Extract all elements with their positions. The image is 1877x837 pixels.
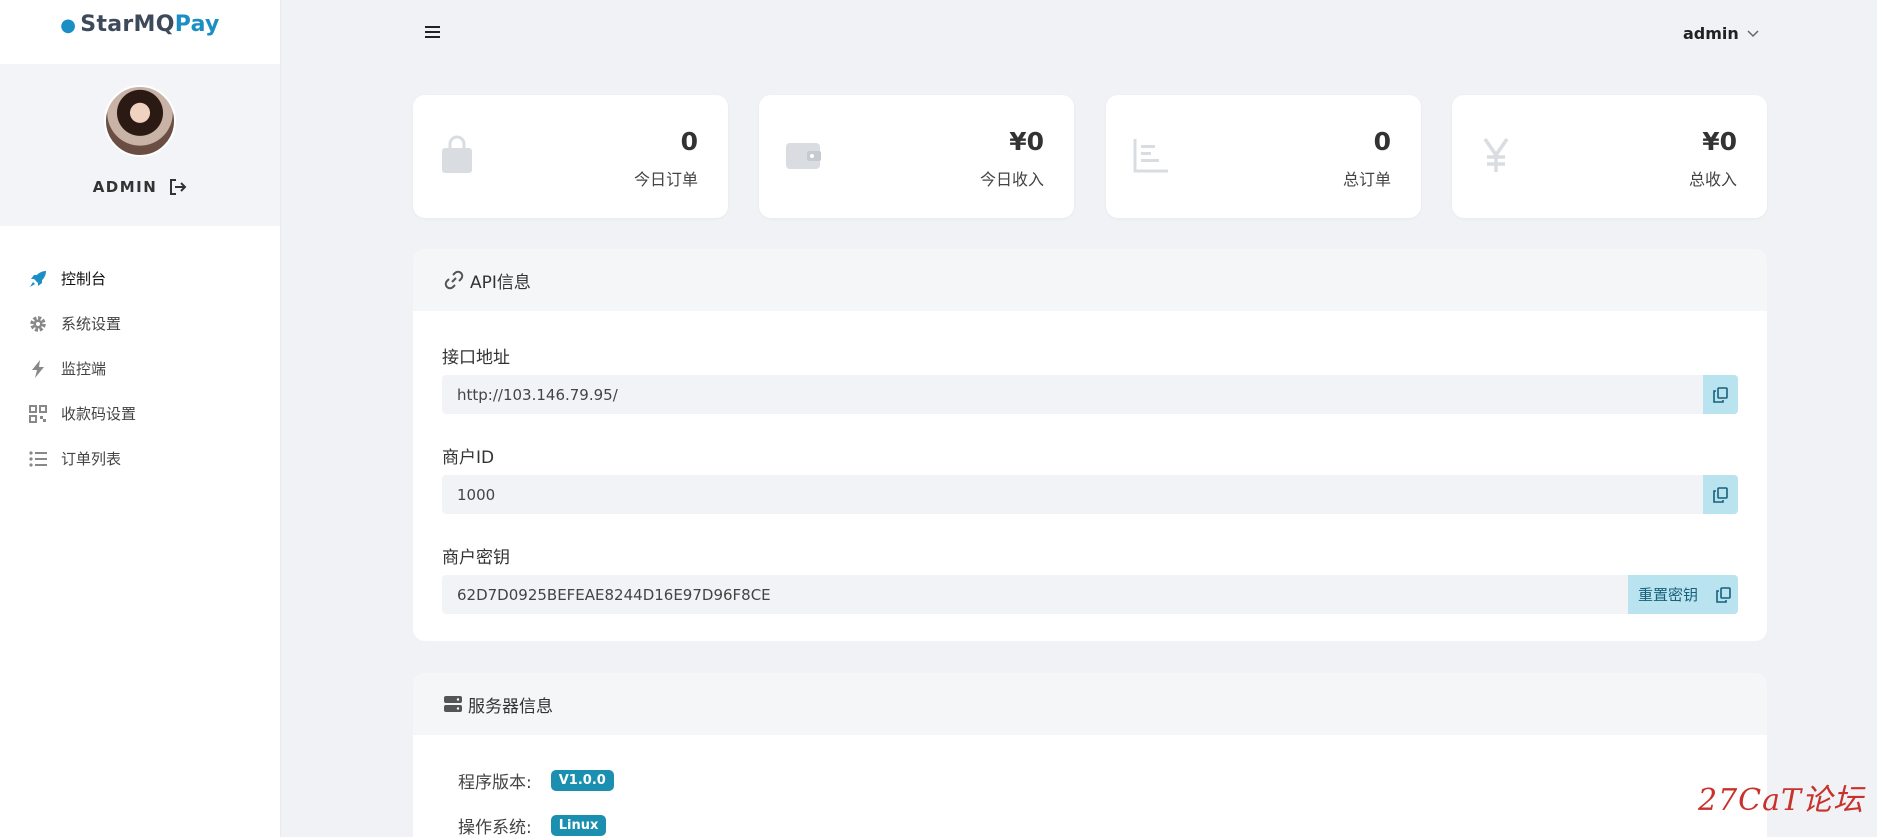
stat-value: 0 <box>1373 127 1391 156</box>
qrcode-icon <box>29 404 47 423</box>
merchant-id-field: 1000 <box>442 475 1738 514</box>
sidebar-item-dashboard[interactable]: 控制台 <box>0 256 280 301</box>
sidebar: ● StarMQ Pay ADMIN 控制台 系统设置 监控端 收款码设置 订单… <box>0 0 281 837</box>
version-badge: V1.0.0 <box>550 770 614 791</box>
sidebar-item-qrcode[interactable]: 收款码设置 <box>0 391 280 436</box>
server-icon <box>444 696 462 712</box>
chevron-down-icon <box>1747 29 1759 37</box>
endpoint-value[interactable]: http://103.146.79.95/ <box>442 386 1703 404</box>
profile-panel: ADMIN <box>0 64 280 226</box>
copy-endpoint-button[interactable] <box>1703 375 1738 414</box>
merchant-id-label: 商户ID <box>442 448 495 468</box>
flame-icon: ● <box>60 15 77 36</box>
version-row: 程序版本: V1.0.0 <box>458 768 614 793</box>
os-row: 操作系统: Linux <box>458 813 607 837</box>
sidebar-nav: 控制台 系统设置 监控端 收款码设置 订单列表 <box>0 256 280 481</box>
os-label: 操作系统: <box>458 818 532 837</box>
sidebar-item-orders[interactable]: 订单列表 <box>0 436 280 481</box>
avatar <box>104 85 176 157</box>
brand-logo[interactable]: ● StarMQ Pay <box>0 0 280 64</box>
watermark: 27CaT论坛 <box>1698 783 1865 818</box>
bolt-icon <box>32 359 44 378</box>
user-menu-name: admin <box>1683 24 1739 43</box>
stat-label: 总收入 <box>1688 170 1737 189</box>
endpoint-field: http://103.146.79.95/ <box>442 375 1738 414</box>
merchant-key-label: 商户密钥 <box>442 548 510 568</box>
server-info-panel: 服务器信息 程序版本: V1.0.0 操作系统: Linux <box>413 673 1767 837</box>
stat-card-today-orders: 0 今日订单 <box>413 95 728 218</box>
copy-merchant-key-button[interactable] <box>1708 575 1738 614</box>
stat-card-total-income: ¥0 总收入 <box>1452 95 1767 218</box>
brand-name-part2: Pay <box>174 12 220 37</box>
copy-merchant-id-button[interactable] <box>1703 475 1738 514</box>
topbar: admin <box>281 0 1877 72</box>
copy-icon <box>1715 586 1731 603</box>
rocket-icon <box>30 270 46 287</box>
bar-chart-icon <box>1133 139 1168 173</box>
link-icon <box>444 270 464 290</box>
sidebar-item-label: 订单列表 <box>61 450 122 468</box>
endpoint-label: 接口地址 <box>442 348 510 368</box>
stat-value: ¥0 <box>1009 127 1044 156</box>
version-label: 程序版本: <box>458 773 532 793</box>
stat-label: 今日订单 <box>633 170 698 189</box>
server-info-header: 服务器信息 <box>413 673 1767 735</box>
sidebar-item-settings[interactable]: 系统设置 <box>0 301 280 346</box>
merchant-key-value[interactable]: 62D7D0925BEFEAE8244D16E97D96F8CE <box>442 586 1628 604</box>
list-icon <box>29 450 47 467</box>
menu-toggle-icon[interactable] <box>425 26 440 40</box>
os-badge: Linux <box>550 815 607 836</box>
sidebar-item-label: 收款码设置 <box>61 405 137 423</box>
wallet-icon <box>786 143 821 169</box>
stat-value: ¥0 <box>1702 127 1737 156</box>
reset-key-button[interactable]: 重置密钥 <box>1627 575 1708 614</box>
shopping-bag-icon <box>442 135 472 173</box>
stat-card-total-orders: 0 总订单 <box>1106 95 1421 218</box>
api-info-title: API信息 <box>470 272 531 293</box>
server-info-title: 服务器信息 <box>468 696 553 717</box>
merchant-key-field: 62D7D0925BEFEAE8244D16E97D96F8CE 重置密钥 <box>442 575 1738 614</box>
yen-icon <box>1483 138 1509 172</box>
user-menu[interactable]: admin <box>1683 24 1759 43</box>
sidebar-item-label: 控制台 <box>61 270 107 288</box>
sidebar-item-label: 系统设置 <box>61 315 122 333</box>
api-info-panel: API信息 接口地址 http://103.146.79.95/ 商户ID 10… <box>413 249 1767 641</box>
stat-label: 今日收入 <box>979 170 1044 189</box>
stat-value: 0 <box>680 127 698 156</box>
copy-icon <box>1713 386 1728 403</box>
stat-card-today-income: ¥0 今日收入 <box>759 95 1074 218</box>
brand-name-part1: StarMQ <box>80 12 175 37</box>
sidebar-item-monitor[interactable]: 监控端 <box>0 346 280 391</box>
profile-name: ADMIN <box>92 178 158 196</box>
stat-label: 总订单 <box>1342 170 1391 189</box>
sidebar-item-label: 监控端 <box>61 360 107 378</box>
gear-icon <box>30 315 46 332</box>
copy-icon <box>1713 486 1728 503</box>
merchant-id-value[interactable]: 1000 <box>442 486 1703 504</box>
logout-icon[interactable] <box>169 179 187 195</box>
api-info-header: API信息 <box>413 249 1767 311</box>
